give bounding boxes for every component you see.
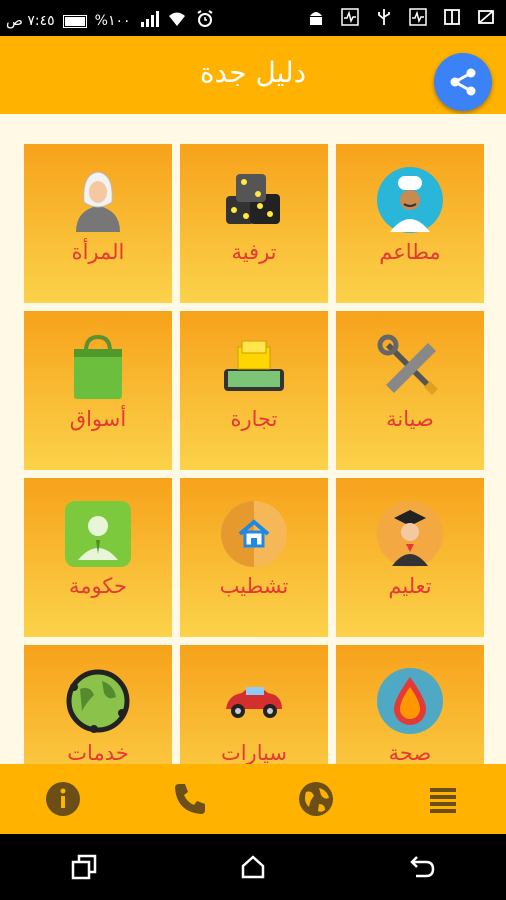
tile-label: خدمات: [67, 741, 129, 764]
usb-icon: [374, 7, 394, 31]
time-text: ٧:٤٥ ص: [6, 13, 55, 29]
money-icon: [220, 333, 288, 401]
house-icon: [220, 500, 288, 568]
wifi-icon: [167, 9, 187, 33]
tile-label: حكومة: [69, 574, 127, 598]
tile-education[interactable]: تعليم: [336, 478, 484, 637]
woman-icon: [64, 166, 132, 234]
back-button[interactable]: [392, 842, 452, 892]
tile-maintenance[interactable]: صيانة: [336, 311, 484, 470]
category-grid: مطاعم ترفية المرأة صيانة تجارة أسواق تعل…: [23, 144, 484, 764]
tile-cars[interactable]: سيارات: [180, 645, 328, 764]
globe-icon: [299, 782, 334, 816]
home-icon: [241, 855, 265, 879]
info-button[interactable]: [33, 769, 93, 829]
pulse-icon: [408, 7, 428, 31]
no-sim-icon: [476, 7, 496, 31]
recents-button[interactable]: [54, 842, 114, 892]
tile-commerce[interactable]: تجارة: [180, 311, 328, 470]
system-nav-bar: [0, 834, 506, 900]
app-bar: دليل جدة: [0, 36, 506, 114]
web-button[interactable]: [286, 769, 346, 829]
government-icon: [64, 500, 132, 568]
android-icon: [306, 7, 326, 31]
tile-label: صيانة: [386, 407, 434, 431]
status-bar: ٧:٤٥ ص %١٠٠: [0, 0, 506, 36]
tile-woman[interactable]: المرأة: [24, 144, 172, 303]
book-icon: [442, 7, 462, 31]
phone-icon: [174, 784, 205, 814]
tile-label: ترفية: [231, 240, 277, 264]
category-content: مطاعم ترفية المرأة صيانة تجارة أسواق تعل…: [0, 114, 506, 764]
tile-label: مطاعم: [379, 240, 441, 264]
alarm-icon: [195, 9, 215, 33]
tile-restaurants[interactable]: مطاعم: [336, 144, 484, 303]
tools-icon: [376, 333, 444, 401]
bottom-bar: [0, 764, 506, 834]
status-left: ٧:٤٥ ص %١٠٠: [6, 9, 215, 33]
status-right: [306, 7, 496, 31]
info-icon: [46, 782, 81, 816]
signal-icon: [139, 9, 159, 33]
tile-government[interactable]: حكومة: [24, 478, 172, 637]
menu-button[interactable]: [413, 769, 473, 829]
pulse-icon: [340, 7, 360, 31]
tile-label: تجارة: [230, 407, 278, 431]
menu-icon: [429, 788, 456, 813]
tile-label: المرأة: [71, 240, 125, 264]
home-button[interactable]: [223, 842, 283, 892]
tile-entertainment[interactable]: ترفية: [180, 144, 328, 303]
battery-icon: [62, 14, 87, 28]
car-icon: [220, 667, 288, 735]
tile-label: تشطيب: [219, 574, 289, 598]
tile-services[interactable]: خدمات: [24, 645, 172, 764]
share-button[interactable]: [434, 53, 492, 111]
tile-label: صحة: [388, 741, 432, 764]
tile-finishing[interactable]: تشطيب: [180, 478, 328, 637]
recents-icon: [72, 854, 97, 880]
battery-percent: %١٠٠: [94, 13, 131, 29]
graduate-icon: [376, 500, 444, 568]
phone-button[interactable]: [160, 769, 220, 829]
chef-icon: [376, 166, 444, 234]
page-title: دليل جدة: [199, 56, 307, 89]
globe-network-icon: [64, 667, 132, 735]
back-icon: [409, 856, 434, 878]
tile-markets[interactable]: أسواق: [24, 311, 172, 470]
share-icon: [450, 68, 476, 96]
dice-icon: [220, 166, 288, 234]
tile-label: تعليم: [388, 574, 432, 598]
tile-label: سيارات: [220, 741, 288, 764]
shopping-bag-icon: [64, 333, 132, 401]
tile-label: أسواق: [69, 407, 127, 431]
tile-health[interactable]: صحة: [336, 645, 484, 764]
blood-drop-icon: [376, 667, 444, 735]
